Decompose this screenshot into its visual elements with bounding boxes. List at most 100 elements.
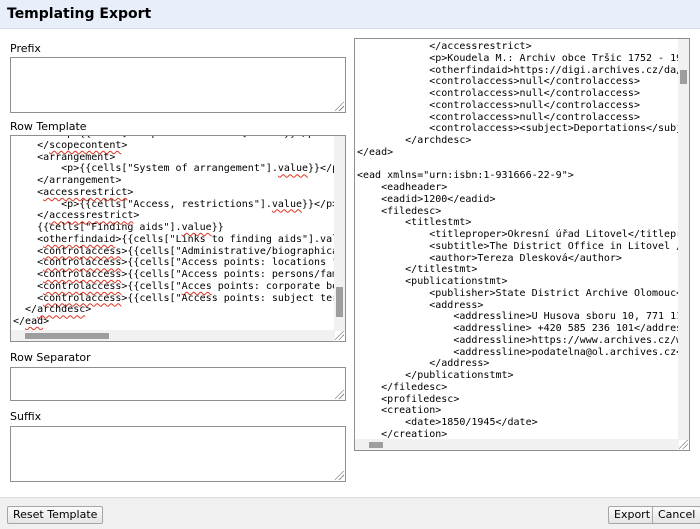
code-text: < — [13, 280, 44, 292]
code-text: </ — [13, 210, 50, 222]
preview-line: <publicationstmt> — [357, 276, 508, 287]
preview-line: <controlaccess>null</controlaccess> — [357, 111, 640, 123]
misspelled-word: accessrestrict — [49, 210, 134, 222]
preview-vertical-scrollbar[interactable] — [678, 39, 689, 440]
preview-line: <eadheader> — [357, 182, 448, 193]
resize-grip-icon[interactable] — [335, 331, 344, 340]
preview-line: <filedesc> — [357, 205, 442, 217]
misspelled-word: value — [277, 163, 309, 175]
code-text: >{{cells["Access points: subject ter — [121, 292, 339, 304]
preview-line: <addressline> +420 585 236 101</addressl… — [357, 323, 690, 334]
preview-horizontal-scrollbar[interactable] — [355, 439, 679, 450]
code-text: </ — [13, 304, 38, 316]
preview-line: <titleproper>Okresní úřad Litovel</title… — [357, 229, 690, 240]
code-text: }}</p> — [302, 198, 339, 210]
cancel-button[interactable]: Cancel — [652, 506, 700, 524]
misspelled-word: scopecontent — [49, 139, 122, 151]
code-text: < — [13, 245, 44, 257]
preview-line: <controlaccess><subject>Deportations</su… — [429, 123, 689, 135]
preview-line: <otherfindaid>https://digi.archives.cz/d… — [429, 64, 689, 76]
dialog-title: Templating Export — [0, 0, 700, 29]
preview-vertical-scroll-thumb[interactable] — [680, 70, 687, 84]
code-text: <p>{{cells["System of arrangement"]. — [13, 163, 278, 175]
row-template-line: <controlaccess>{{cells["Access points: s… — [13, 293, 344, 305]
misspelled-word: controlaccess — [43, 257, 122, 269]
code-text: >{{cells["Access points: persons/fam — [121, 269, 339, 280]
misspelled-word: controlaccess — [43, 245, 122, 257]
row-template-line: {{cells["Finding aids"].value}} — [13, 222, 344, 234]
code-text: <p>{{cells["Access, restrictions"]. — [13, 198, 272, 210]
preview-line: <author>Tereza Dlesková</author> — [357, 252, 622, 264]
suffix-textarea[interactable] — [10, 426, 346, 482]
misspelled-word: controlaccess — [43, 280, 122, 292]
preview-horizontal-scroll-thumb[interactable] — [369, 442, 383, 448]
row-template-vertical-scroll-thumb[interactable] — [336, 287, 343, 317]
preview-line: <publisher>State District Archive Olomou… — [357, 287, 690, 299]
row-template-line: </accessrestrict> — [13, 210, 344, 222]
misspelled-word: controlaccess — [43, 292, 122, 304]
preview-line: </publicationstmt> — [357, 370, 514, 381]
code-text: > — [121, 139, 128, 151]
row-template-vertical-scrollbar[interactable] — [334, 136, 345, 331]
dialog-footer: Reset Template Export Cancel — [0, 497, 700, 529]
row-separator-label: Row Separator — [10, 351, 91, 364]
resize-grip-icon[interactable] — [335, 102, 344, 111]
code-text: > — [133, 210, 140, 222]
code-text: > — [43, 316, 50, 327]
code-text: < — [13, 186, 44, 198]
code-text: >{{cells["Access points: locations " — [121, 257, 339, 269]
code-text: > — [85, 304, 92, 316]
preview-line: <eadid>1200</eadid> — [357, 193, 496, 205]
code-text: < — [13, 292, 44, 304]
code-text: >{{cells["Links to finding aids"].val — [115, 233, 339, 245]
row-template-line: <controlaccess>{{cells["Access points: l… — [13, 257, 344, 269]
preview-line: <date>1850/1945</date> — [357, 417, 538, 428]
row-template-line: </arrangement> — [13, 175, 344, 187]
row-separator-textarea[interactable] — [10, 367, 346, 401]
row-template-line: </archdesc> — [13, 304, 344, 316]
resize-grip-icon[interactable] — [335, 471, 344, 480]
suffix-label: Suffix — [10, 410, 42, 423]
row-template-line: </ead> — [13, 316, 344, 328]
row-template-code: <p>{{cells["Scope and content"].value}}<… — [13, 136, 344, 328]
row-template-line: <p>{{cells["Access, restrictions"].value… — [13, 199, 344, 211]
preview-line: <addressline>podatelna@ol.archives.cz</a… — [357, 346, 690, 358]
reset-template-button[interactable]: Reset Template — [7, 506, 104, 524]
row-template-horizontal-scroll-thumb[interactable] — [25, 333, 109, 339]
export-button[interactable]: Export — [608, 506, 657, 524]
misspelled-word: value — [181, 222, 212, 233]
code-text: }} — [211, 222, 224, 233]
prefix-textarea[interactable] — [10, 57, 346, 113]
preview-line: </address> — [357, 358, 490, 370]
preview-line: <controlaccess>null</controlaccess> — [357, 99, 640, 111]
export-preview-code: </accessrestrict> <p>Koudela M.: Archiv … — [357, 41, 690, 441]
row-template-horizontal-scrollbar[interactable] — [11, 330, 335, 341]
row-template-line: <p>{{cells["System of arrangement"].valu… — [13, 163, 344, 175]
preview-line: </accessrestrict> — [357, 41, 532, 52]
code-text: > — [127, 186, 134, 198]
row-template-line: <controlaccess>{{cells["Acces points: co… — [13, 281, 344, 293]
preview-line: <controlaccess>null</controlaccess> — [357, 88, 640, 99]
code-text: </ — [13, 139, 50, 151]
preview-line: <p>Koudela M.: Archiv obce Tršic 1752 - … — [429, 52, 689, 64]
preview-line: </titlestmt> — [357, 264, 478, 276]
resize-grip-icon[interactable] — [679, 440, 688, 449]
preview-line: <creation> — [357, 405, 442, 417]
preview-line: <ead xmlns="urn:isbn:1-931666-22-9"> — [357, 170, 574, 182]
code-text: points: corporate bo — [211, 280, 339, 292]
export-preview-textarea[interactable]: </accessrestrict> <p>Koudela M.: Archiv … — [354, 38, 690, 451]
misspelled-word: Acces — [181, 280, 212, 292]
row-template-line: <accessrestrict> — [13, 187, 344, 199]
preview-line: </ead> — [357, 146, 394, 158]
code-text: >{{cells[" — [121, 280, 182, 292]
row-template-line: </scopecontent> — [13, 140, 344, 152]
preview-line — [357, 159, 689, 171]
preview-line: </filedesc> — [357, 381, 448, 393]
code-text: <arrangement> — [13, 151, 116, 163]
misspelled-word: archdesc — [37, 304, 86, 316]
preview-line: <titlestmt> — [357, 217, 472, 229]
row-template-line: <arrangement> — [13, 152, 344, 164]
prefix-label: Prefix — [10, 42, 41, 55]
resize-grip-icon[interactable] — [335, 390, 344, 399]
row-template-textarea[interactable]: <p>{{cells["Scope and content"].value}}<… — [10, 135, 346, 342]
